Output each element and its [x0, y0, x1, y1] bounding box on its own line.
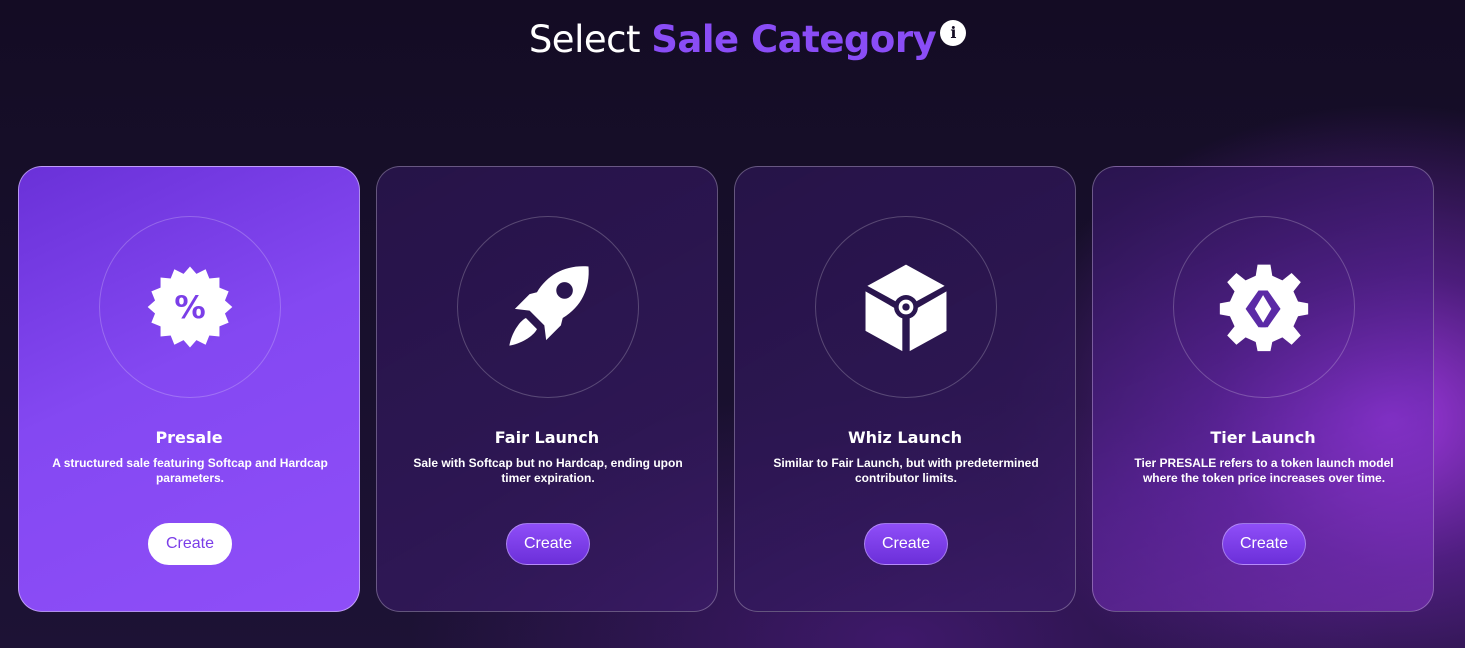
card-description: Sale with Softcap but no Hardcap, ending…: [413, 456, 683, 485]
create-button[interactable]: Create: [148, 523, 232, 565]
card-presale[interactable]: % Presale A structured sale featuring So…: [18, 166, 360, 612]
page-title: Select Sale Category i: [528, 18, 967, 61]
page-title-accent: Sale Category: [651, 18, 937, 61]
card-title: Fair Launch: [494, 428, 600, 447]
rocket-icon: [509, 266, 589, 346]
create-button[interactable]: Create: [864, 523, 948, 565]
card-description: A structured sale featuring Softcap and …: [52, 456, 328, 485]
box-icon: [865, 264, 947, 352]
sale-category-list: % Presale A structured sale featuring So…: [18, 166, 1438, 614]
card-description: Similar to Fair Launch, but with predete…: [773, 456, 1039, 485]
create-button[interactable]: Create: [506, 523, 590, 565]
create-button[interactable]: Create: [1222, 523, 1306, 565]
icon-ring: [457, 216, 639, 398]
card-whiz-launch[interactable]: Whiz Launch Similar to Fair Launch, but …: [734, 166, 1076, 612]
card-title: Tier Launch: [1210, 428, 1316, 447]
gear-code-icon: [1219, 264, 1309, 352]
svg-text:%: %: [174, 290, 205, 326]
card-fair-launch[interactable]: Fair Launch Sale with Softcap but no Har…: [376, 166, 718, 612]
info-icon[interactable]: i: [940, 20, 967, 46]
icon-ring: [1173, 216, 1355, 398]
icon-ring: %: [99, 216, 281, 398]
card-title: Presale: [155, 428, 223, 447]
header: Select Sale Category i: [0, 18, 1465, 61]
card-description: Tier PRESALE refers to a token launch mo…: [1134, 456, 1394, 485]
page-title-plain: Select: [528, 18, 641, 61]
discount-badge-icon: %: [147, 266, 233, 348]
card-title: Whiz Launch: [847, 428, 963, 447]
icon-ring: [815, 216, 997, 398]
card-tier-launch[interactable]: Tier Launch Tier PRESALE refers to a tok…: [1092, 166, 1434, 612]
